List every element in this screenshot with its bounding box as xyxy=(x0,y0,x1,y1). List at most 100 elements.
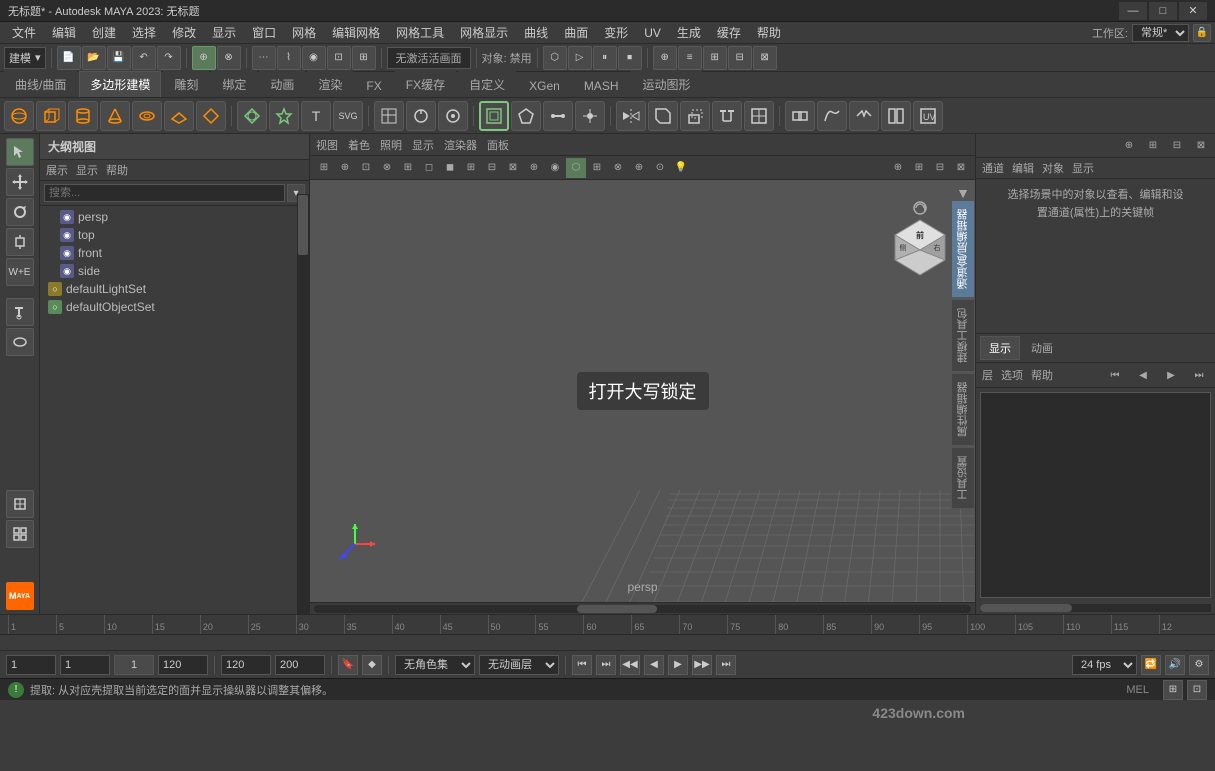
layer-scrollbar[interactable] xyxy=(980,604,1211,612)
tab-sculpt[interactable]: 雕刻 xyxy=(163,71,209,97)
right-panel-btn1[interactable]: ⊕ xyxy=(1119,136,1139,156)
vp-toggle7[interactable]: ◉ xyxy=(545,158,565,178)
tab-curves-surfaces[interactable]: 曲线/曲面 xyxy=(4,71,77,97)
step-back-btn[interactable]: ⏭ xyxy=(596,655,616,675)
status-btn1[interactable]: ⊞ xyxy=(1163,680,1183,700)
vert-tab-tool[interactable]: 工具设置 xyxy=(951,447,975,509)
vp-isolate-btn[interactable]: ⊗ xyxy=(377,158,397,178)
menu-mesh[interactable]: 网格 xyxy=(284,22,324,43)
fps-select[interactable]: 24 fps xyxy=(1072,655,1137,675)
menu-edit-mesh[interactable]: 编辑网格 xyxy=(324,22,388,43)
menu-mesh-display[interactable]: 网格显示 xyxy=(452,22,516,43)
settings-btn[interactable]: ⚙ xyxy=(1189,655,1209,675)
bookmark-btn[interactable]: 🔖 xyxy=(338,655,358,675)
right-panel-btn3[interactable]: ⊟ xyxy=(1167,136,1187,156)
diamond-btn[interactable] xyxy=(196,101,226,131)
edge-select-btn[interactable] xyxy=(543,101,573,131)
vp-toggle6[interactable]: ⊕ xyxy=(524,158,544,178)
vp-menu-lighting[interactable]: 照明 xyxy=(380,137,402,153)
plane-btn[interactable] xyxy=(164,101,194,131)
status-btn2[interactable]: ⊡ xyxy=(1187,680,1207,700)
mirror-btn[interactable] xyxy=(616,101,646,131)
tab-anim[interactable]: 动画 xyxy=(1022,336,1062,360)
vp-toggle4[interactable]: ⊟ xyxy=(482,158,502,178)
vp-light-btn[interactable]: 💡 xyxy=(671,158,691,178)
vp-toggle10[interactable]: ⊗ xyxy=(608,158,628,178)
keyframe-area[interactable] xyxy=(980,392,1211,598)
outliner-item-front[interactable]: ◉ front xyxy=(40,244,309,262)
vp-toggle11[interactable]: ⊕ xyxy=(629,158,649,178)
playback-end-field[interactable] xyxy=(275,655,325,675)
tab-display[interactable]: 显示 xyxy=(980,336,1020,360)
move-tool[interactable] xyxy=(6,168,34,196)
save-btn[interactable]: 💾 xyxy=(107,46,131,70)
snap-point-btn[interactable]: ◉ xyxy=(302,46,326,70)
select-btn[interactable]: ⊕ xyxy=(192,46,216,70)
menu-select[interactable]: 选择 xyxy=(124,22,164,43)
vp-maximize-btn[interactable]: ⊠ xyxy=(951,158,971,178)
vp-scroll-track[interactable] xyxy=(314,605,971,613)
menu-edit[interactable]: 编辑 xyxy=(44,22,84,43)
vp-camera-btn[interactable]: ⊞ xyxy=(314,158,334,178)
right-panel-btn2[interactable]: ⊞ xyxy=(1143,136,1163,156)
char-set-select[interactable]: 无角色集 xyxy=(395,655,475,675)
unfold-btn[interactable] xyxy=(881,101,911,131)
vp-layout-btn[interactable]: ⊞ xyxy=(909,158,929,178)
paint-tool[interactable] xyxy=(6,298,34,326)
tab-fx-cache[interactable]: FX缓存 xyxy=(395,71,456,97)
start-frame-field[interactable] xyxy=(6,655,56,675)
tab-polygon-modeling[interactable]: 多边形建模 xyxy=(79,71,161,97)
current-frame-field[interactable] xyxy=(60,655,110,675)
tab-motion-graphics[interactable]: 运动图形 xyxy=(631,71,701,97)
help-menu[interactable]: 帮助 xyxy=(1031,367,1053,383)
outliner-item-default-object[interactable]: ○ defaultObjectSet xyxy=(40,298,309,316)
next-key-btn[interactable]: ▶▶ xyxy=(692,655,712,675)
outliner-item-persp[interactable]: ◉ persp xyxy=(40,208,309,226)
text-btn[interactable]: T xyxy=(301,101,331,131)
vp-snap-btn[interactable]: ⊡ xyxy=(356,158,376,178)
jump-end-btn[interactable]: ⏭ xyxy=(716,655,736,675)
menu-cache[interactable]: 缓存 xyxy=(709,22,749,43)
rt-btn5[interactable]: ⊠ xyxy=(753,46,777,70)
scale-tool[interactable] xyxy=(6,228,34,256)
snap-curve-btn[interactable]: ⌇ xyxy=(277,46,301,70)
outliner-item-side[interactable]: ◉ side xyxy=(40,262,309,280)
play-fwd-btn[interactable]: ▶ xyxy=(668,655,688,675)
viewport-canvas[interactable]: 打开大写锁定 前 侧 右 xyxy=(310,180,975,602)
rt-btn4[interactable]: ⊟ xyxy=(728,46,752,70)
open-btn[interactable]: 📂 xyxy=(82,46,106,70)
extrude-btn[interactable] xyxy=(680,101,710,131)
close-button[interactable]: ✕ xyxy=(1179,2,1207,20)
vert-tab-attr[interactable]: 属性编辑器 xyxy=(951,373,975,446)
magnet-btn[interactable] xyxy=(438,101,468,131)
vp-toggle3[interactable]: ⊞ xyxy=(461,158,481,178)
soft-select-tool[interactable] xyxy=(6,328,34,356)
tab-animation[interactable]: 动画 xyxy=(259,71,305,97)
edit-menu[interactable]: 编辑 xyxy=(1012,160,1034,176)
vp-menu-view[interactable]: 视图 xyxy=(316,137,338,153)
face-select-btn[interactable] xyxy=(511,101,541,131)
snap-view-btn[interactable]: ⊡ xyxy=(327,46,351,70)
vp-select-btn[interactable]: ⊕ xyxy=(335,158,355,178)
rt-btn3[interactable]: ⊞ xyxy=(703,46,727,70)
workspace-select[interactable]: 常规* xyxy=(1132,24,1189,42)
jump-start-btn[interactable]: ⏮ xyxy=(572,655,592,675)
display-menu[interactable]: 显示 xyxy=(1072,160,1094,176)
poly-sphere-btn[interactable] xyxy=(237,101,267,131)
menu-curves[interactable]: 曲线 xyxy=(516,22,556,43)
undo-btn[interactable]: ↶ xyxy=(132,46,156,70)
key-btn[interactable]: ◆ xyxy=(362,655,382,675)
crease-btn[interactable] xyxy=(849,101,879,131)
menu-create[interactable]: 创建 xyxy=(84,22,124,43)
tab-rigging[interactable]: 绑定 xyxy=(211,71,257,97)
sculpt-tool[interactable] xyxy=(6,490,34,518)
loop-select-btn[interactable] xyxy=(479,101,509,131)
view-cube[interactable]: 前 侧 右 xyxy=(885,200,955,270)
outliner-menu-display[interactable]: 显示 xyxy=(76,162,98,178)
universal-tool[interactable]: W+E xyxy=(6,258,34,286)
sphere-btn[interactable] xyxy=(4,101,34,131)
viewport-bottom-scrollbar[interactable] xyxy=(310,602,975,614)
cube-btn[interactable] xyxy=(36,101,66,131)
multicut-btn[interactable] xyxy=(744,101,774,131)
tab-fx[interactable]: FX xyxy=(355,74,392,97)
